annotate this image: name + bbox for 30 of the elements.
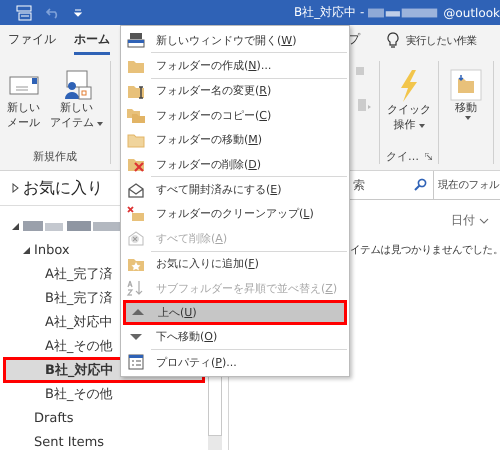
window-title: B社_対応中 - — [294, 4, 364, 21]
menu-item[interactable]: 新しいウィンドウで開く(W) — [121, 28, 349, 52]
account-address: @outlook — [443, 6, 500, 20]
menu-item[interactable]: フォルダーの作成(N)... — [121, 53, 349, 78]
menu-item[interactable]: フォルダー名の変更(R) — [121, 78, 349, 104]
menu-item[interactable]: お気に入りに追加(F) — [121, 252, 349, 276]
empty-message: イテムは見つかりませんでした。 — [350, 243, 500, 257]
favorites-header[interactable]: お気に入り — [23, 178, 103, 198]
quick-steps-button[interactable]: クイック 操作 — [384, 67, 434, 135]
search-field[interactable]: 索 — [351, 171, 434, 199]
menu-item[interactable]: フォルダーのコピー(C) — [121, 103, 349, 128]
ribbon-tab[interactable]: プ — [348, 27, 360, 55]
new-mail-button[interactable]: 新しい メール — [4, 67, 43, 133]
folder-item[interactable]: Sent Items — [4, 430, 202, 450]
folder-item[interactable]: Drafts — [4, 406, 202, 430]
move-button[interactable]: 移動 — [447, 67, 485, 122]
new-item-button[interactable]: 新しい アイテム — [47, 67, 106, 133]
search-scope-dropdown[interactable]: 現在のフォル — [434, 171, 500, 199]
tell-me-field[interactable]: 実行したい作業 — [406, 34, 477, 48]
folder-item[interactable]: B社_その他 — [4, 382, 202, 406]
ribbon-tab[interactable]: ファイル — [8, 27, 56, 55]
menu-item[interactable]: フォルダーの削除(D) — [121, 152, 349, 176]
group-label: 新規作成 — [33, 149, 77, 164]
menu-item[interactable]: フォルダーの移動(M) — [121, 128, 349, 152]
group-label: クイ… — [386, 149, 432, 164]
menu-item[interactable]: 下へ移動(O) — [121, 324, 349, 350]
sort-by-date-button[interactable]: 日付 — [451, 212, 490, 229]
menu-item[interactable]: すべて開封済みにする(E) — [121, 177, 349, 202]
menu-item[interactable]: 上へ(U) — [123, 300, 347, 325]
menu-item[interactable]: フォルダーのクリーンアップ(L) — [121, 202, 349, 226]
